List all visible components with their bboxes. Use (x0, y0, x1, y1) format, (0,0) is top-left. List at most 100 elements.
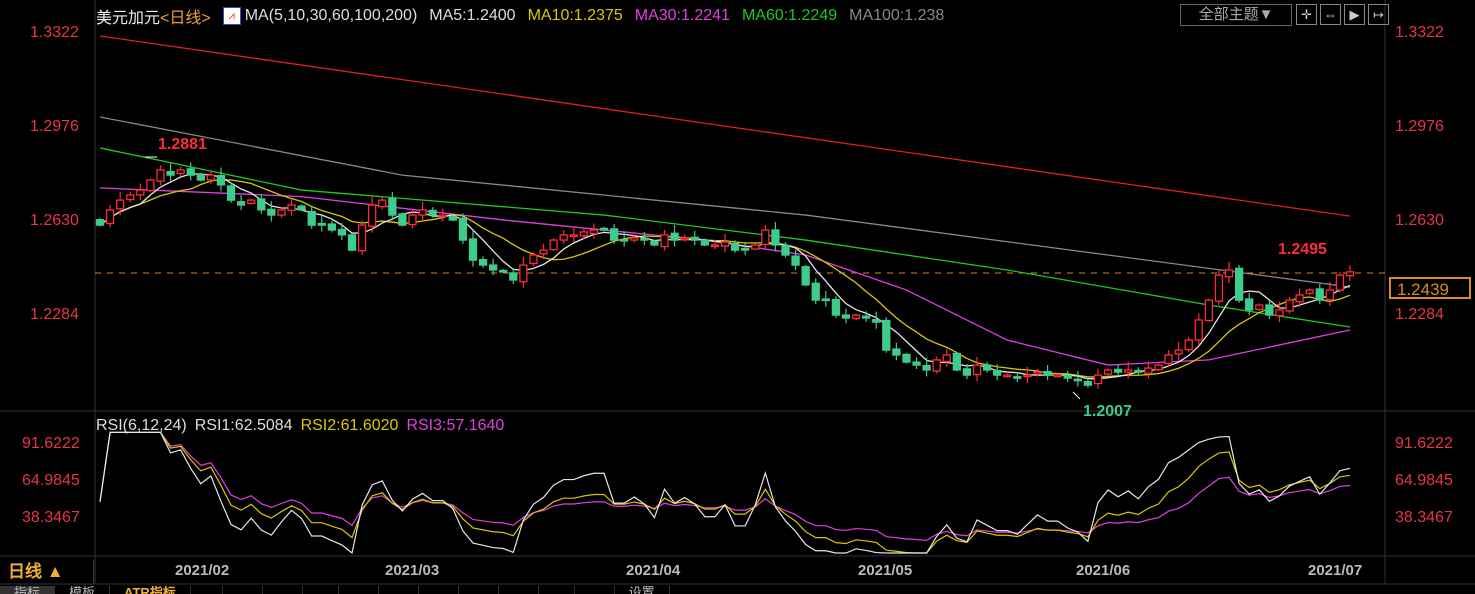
theme-dropdown[interactable]: 全部主题▼ (1180, 4, 1292, 26)
date-label: 2021/03 (385, 562, 440, 579)
tab-4[interactable] (223, 586, 264, 594)
candle-body (841, 314, 851, 319)
candle-body (1063, 375, 1072, 379)
rsi-axis-label-right: 64.9845 (1395, 472, 1453, 489)
tab-8[interactable] (379, 586, 420, 594)
candle-body (1053, 374, 1062, 378)
candle-body (206, 174, 216, 181)
candle-body (1093, 374, 1103, 385)
date-label: 2021/04 (626, 562, 681, 579)
candle-body (1325, 289, 1334, 301)
candle-body (196, 173, 205, 181)
period-label[interactable]: <日线> (160, 4, 211, 28)
exit-icon[interactable]: ↦ (1368, 4, 1389, 25)
date-label: 2021/06 (1076, 562, 1131, 579)
candle-body (287, 204, 296, 212)
rsi-axis-label: 64.9845 (22, 472, 80, 489)
crosshair-icon[interactable]: ✛ (1296, 4, 1317, 25)
candle-body (438, 214, 447, 218)
candle-body (418, 209, 427, 216)
tab-settings[interactable]: 设置 (615, 586, 670, 594)
rsi-axis-label: 38.3467 (22, 509, 80, 526)
candle-body (922, 364, 931, 371)
price-axis-label: 1.3322 (30, 24, 79, 41)
candle-body (186, 168, 195, 176)
candle-body (1174, 349, 1183, 355)
tab-template[interactable]: 模板 (55, 586, 111, 594)
ma100-line (99, 116, 1351, 288)
tab-6[interactable] (303, 586, 340, 594)
candle-body (146, 179, 155, 192)
price-axis-label: 1.2630 (30, 212, 79, 229)
price-axis-label-right: 1.2630 (1395, 212, 1444, 229)
candle-body (166, 170, 175, 176)
candle-body (448, 216, 457, 221)
date-label: 2021/05 (858, 562, 913, 579)
candle-body (892, 348, 901, 356)
candle-body (700, 239, 709, 246)
candle-body (347, 234, 357, 251)
candle-body (357, 224, 367, 252)
candle-body (468, 238, 478, 261)
tab-indicator[interactable]: 指标 (0, 586, 56, 594)
ma5-value: MA5:1.2400 (429, 7, 516, 24)
candle-body (1265, 304, 1274, 316)
rsi2-line (99, 431, 1351, 554)
candle-body (902, 353, 911, 363)
rsi-label: RSI(6,12,24) (96, 417, 187, 434)
candle-body (257, 198, 266, 211)
candle-body (851, 314, 861, 320)
chart-canvas[interactable] (0, 0, 1475, 594)
rsi-axis-label-right: 38.3467 (1395, 509, 1453, 526)
candle-body (1043, 370, 1052, 376)
tab-5[interactable] (263, 586, 304, 594)
ma-label: MA(5,10,30,60,100,200) (244, 7, 418, 24)
candle-body (519, 264, 528, 283)
price-axis-label: 1.2976 (30, 118, 79, 135)
candle-body (640, 237, 649, 241)
tab-9[interactable] (419, 586, 459, 594)
candle-body (226, 185, 236, 201)
candle-body (569, 234, 578, 238)
tab-3[interactable] (191, 586, 224, 594)
candle-body (378, 199, 387, 208)
tab-10[interactable] (459, 586, 499, 594)
low-marker (1072, 391, 1081, 400)
candle-body (1154, 364, 1163, 371)
candle-body (861, 315, 871, 319)
ma200-line (99, 35, 1351, 217)
candle-body (982, 364, 992, 371)
candle-body (478, 258, 488, 266)
rsi2-value: RSI2:61.6020 (300, 417, 399, 434)
chart-header: 美元加元 <日线> ⩘ MA(5,10,30,60,100,200) MA5:1… (96, 4, 944, 28)
tab-atr[interactable]: ATR指标 (110, 586, 191, 594)
play-icon[interactable]: ▶ (1344, 4, 1365, 25)
candle-body (962, 368, 972, 376)
candle-body (1245, 298, 1254, 311)
date-label: 2021/07 (1308, 562, 1363, 579)
candle-body (599, 227, 609, 231)
ma-indicator-icon[interactable]: ⩘ (222, 7, 241, 25)
candle-body (1083, 380, 1093, 386)
tab-13[interactable] (575, 586, 615, 594)
candle-body (176, 169, 185, 175)
tab-7[interactable] (339, 586, 380, 594)
candle-body (630, 237, 639, 241)
candle-body (1224, 269, 1234, 278)
tab-12[interactable] (539, 586, 575, 594)
rsi3-value: RSI3:57.1640 (406, 417, 505, 434)
period-selector[interactable]: 日线 ▲ (0, 560, 94, 584)
tab-11[interactable] (499, 586, 539, 594)
candle-body (1285, 299, 1294, 312)
candle-body (1033, 371, 1042, 375)
ma100-value: MA100:1.238 (849, 7, 945, 24)
candle-body (730, 242, 740, 251)
zoom-in-icon[interactable]: ⇔ (1320, 4, 1341, 25)
rsi1-value: RSI1:62.5084 (194, 417, 293, 434)
candle-body (821, 298, 830, 302)
candle-body (428, 209, 437, 216)
candle-body (1345, 271, 1355, 277)
candle-body (609, 228, 619, 241)
ma60-value: MA60:1.2249 (741, 7, 838, 24)
candle-body (993, 369, 1002, 376)
